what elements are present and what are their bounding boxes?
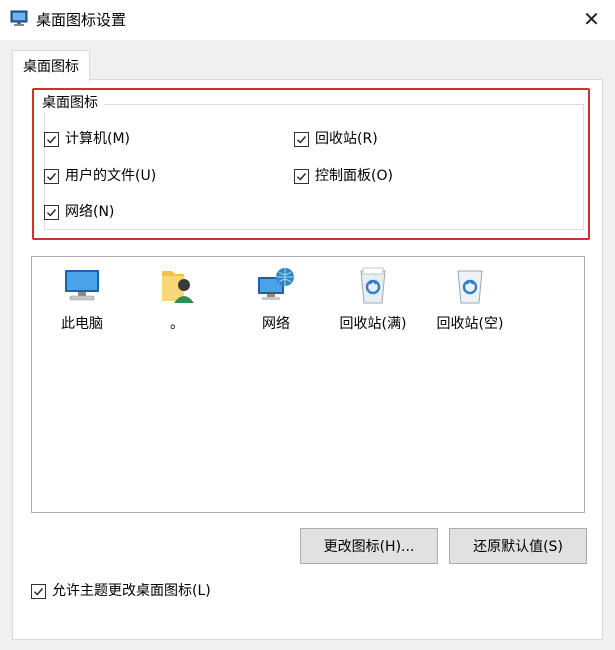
recycle-bin-full-icon bbox=[360, 267, 386, 304]
icon-label: 此电脑 bbox=[61, 316, 103, 332]
recycle-bin-empty-icon bbox=[457, 270, 483, 304]
list-item-network[interactable]: 网络 bbox=[231, 265, 321, 333]
close-button[interactable]: ✕ bbox=[568, 0, 615, 38]
highlight-box bbox=[32, 88, 590, 240]
icon-label: 。 bbox=[170, 316, 184, 332]
close-icon: ✕ bbox=[583, 7, 600, 31]
list-item-recycle-bin-empty[interactable]: 回收站(空) bbox=[425, 265, 515, 333]
icon-label: 网络 bbox=[262, 316, 290, 332]
checkbox-allow-themes[interactable]: 允许主题更改桌面图标(L) bbox=[31, 582, 211, 600]
window-title: 桌面图标设置 bbox=[36, 11, 127, 29]
checkbox-label: 允许主题更改桌面图标(L) bbox=[52, 583, 211, 599]
restore-default-button[interactable]: 还原默认值(S) bbox=[449, 528, 587, 564]
icon-label: 回收站(空) bbox=[436, 316, 504, 332]
icon-list[interactable]: 此电脑 。 网络 回收站(满) 回收站(空) bbox=[31, 256, 585, 513]
list-item-this-pc[interactable]: 此电脑 bbox=[37, 265, 127, 333]
computer-icon bbox=[65, 270, 99, 301]
network-icon bbox=[258, 268, 294, 300]
change-icon-button[interactable]: 更改图标(H)... bbox=[300, 528, 438, 564]
list-item-user-folder[interactable]: 。 bbox=[132, 265, 222, 333]
checkbox-check-icon[interactable] bbox=[31, 583, 46, 599]
icon-label: 回收站(满) bbox=[339, 316, 407, 332]
list-item-recycle-bin-full[interactable]: 回收站(满) bbox=[328, 265, 418, 333]
user-folder-icon bbox=[162, 271, 194, 303]
tab-desktop-icons[interactable]: 桌面图标 bbox=[12, 50, 90, 81]
desktop-settings-icon bbox=[10, 9, 28, 27]
